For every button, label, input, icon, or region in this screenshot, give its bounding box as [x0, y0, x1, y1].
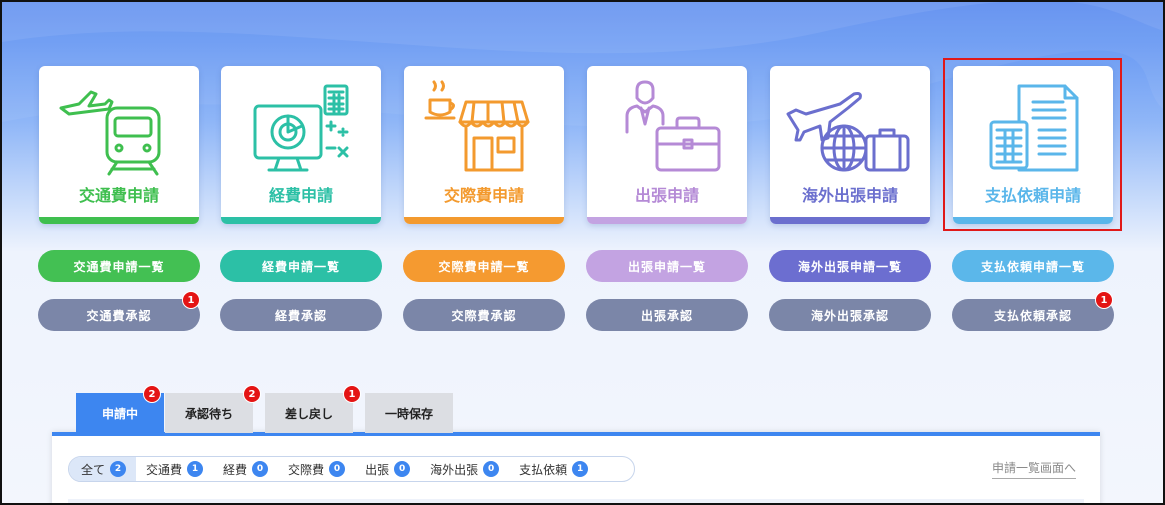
card-accent-bar	[404, 217, 564, 224]
train-plane-icon	[59, 90, 161, 176]
filter-label: 海外出張	[430, 462, 479, 477]
expense-list-button[interactable]: 経費申請一覧	[220, 250, 382, 282]
filter-count: 0	[252, 461, 269, 477]
filter-label: 支払依頼	[519, 462, 568, 477]
filter-count: 2	[110, 461, 127, 477]
card-entertainment-expense[interactable]: 交際費申請	[404, 66, 564, 224]
filter-count: 0	[329, 461, 346, 477]
tab-awaiting-approval[interactable]: 承認待ち	[165, 393, 253, 433]
filter-overseas-trip[interactable]: 海外出張 0	[420, 457, 509, 481]
tab-badge: 2	[243, 385, 261, 403]
monitor-calculator-icon	[253, 84, 349, 172]
trip-approve-button[interactable]: 出張承認	[586, 299, 748, 331]
tab-badge: 1	[343, 385, 361, 403]
payment-approve-button[interactable]: 支払依頼承認	[952, 299, 1114, 331]
card-label: 経費申請	[268, 186, 333, 205]
entertainment-approve-button[interactable]: 交際費承認	[403, 299, 565, 331]
app-window: 交通費申請 経費申請 交際費申請 出張申請 海外出張申請 支払依頼申請 交通費申…	[0, 0, 1165, 505]
notification-badge: 1	[1095, 291, 1113, 309]
overseas-approve-button[interactable]: 海外出張承認	[769, 299, 931, 331]
filter-count: 0	[483, 461, 500, 477]
plane-globe-suitcase-icon	[786, 92, 910, 172]
card-label: 交通費申請	[78, 186, 159, 205]
filter-transport[interactable]: 交通費 1	[136, 457, 213, 481]
card-accent-bar	[587, 217, 747, 224]
card-accent-bar	[221, 217, 381, 224]
tab-returned[interactable]: 差し戻し	[265, 393, 353, 433]
selection-highlight	[943, 58, 1122, 231]
application-list-link[interactable]: 申請一覧画面へ	[992, 459, 1077, 479]
filter-trip[interactable]: 出張 0	[355, 457, 420, 481]
filter-label: 出張	[365, 462, 390, 477]
filter-label: 全て	[81, 462, 106, 477]
category-filter-bar: 全て 2 交通費 1 経費 0 交際費 0 出張 0 海外出張 0 支払依頼 1	[68, 456, 635, 482]
tab-draft[interactable]: 一時保存	[365, 393, 453, 433]
card-overseas-trip[interactable]: 海外出張申請	[770, 66, 930, 224]
entertainment-list-button[interactable]: 交際費申請一覧	[403, 250, 565, 282]
card-label: 出張申請	[634, 186, 699, 205]
filter-count: 1	[572, 461, 589, 477]
filter-count: 1	[187, 461, 204, 477]
businessman-briefcase-icon	[625, 80, 721, 172]
filter-label: 経費	[223, 462, 248, 477]
card-business-trip[interactable]: 出張申請	[587, 66, 747, 224]
card-expense[interactable]: 経費申請	[221, 66, 381, 224]
card-transport-expense[interactable]: 交通費申請	[39, 66, 199, 224]
transport-list-button[interactable]: 交通費申請一覧	[38, 250, 200, 282]
filter-all[interactable]: 全て 2	[69, 457, 137, 481]
transport-approve-button[interactable]: 交通費承認	[38, 299, 200, 331]
filter-label: 交通費	[146, 462, 183, 477]
filter-count: 0	[394, 461, 411, 477]
filter-expense[interactable]: 経費 0	[213, 457, 278, 481]
overseas-list-button[interactable]: 海外出張申請一覧	[769, 250, 931, 282]
card-accent-bar	[39, 217, 199, 224]
notification-badge: 1	[182, 291, 200, 309]
table-header-strip	[68, 499, 1084, 503]
card-label: 海外出張申請	[801, 186, 898, 205]
filter-entertainment[interactable]: 交際費 0	[278, 457, 355, 481]
trip-list-button[interactable]: 出張申請一覧	[586, 250, 748, 282]
filter-payment-request[interactable]: 支払依頼 1	[509, 457, 598, 481]
payment-list-button[interactable]: 支払依頼申請一覧	[952, 250, 1114, 282]
expense-approve-button[interactable]: 経費承認	[220, 299, 382, 331]
filter-label: 交際費	[288, 462, 325, 477]
card-accent-bar	[770, 217, 930, 224]
card-label: 交際費申請	[443, 186, 524, 205]
tab-badge: 2	[143, 385, 161, 403]
shop-coffee-icon	[424, 80, 530, 172]
